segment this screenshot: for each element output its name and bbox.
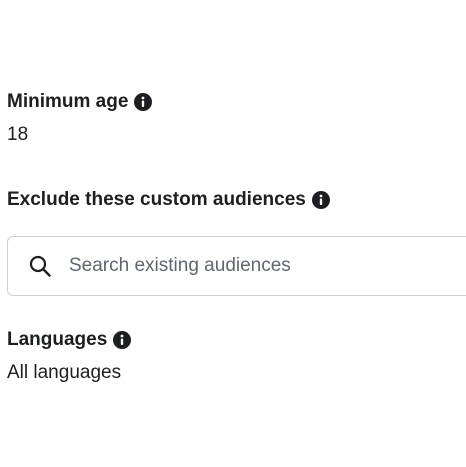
audience-search-box[interactable] <box>7 236 466 296</box>
languages-value: All languages <box>7 362 122 383</box>
languages-label: Languages <box>7 329 108 350</box>
minimum-age-section: Minimum age 18 <box>7 91 153 145</box>
minimum-age-value: 18 <box>7 124 29 145</box>
info-icon[interactable] <box>311 190 330 209</box>
minimum-age-label: Minimum age <box>7 91 129 112</box>
minimum-age-label-row: Minimum age <box>7 91 153 112</box>
exclude-audiences-label-row: Exclude these custom audiences <box>7 190 330 209</box>
languages-section: Languages All languages <box>7 329 132 383</box>
info-icon[interactable] <box>134 92 153 111</box>
exclude-audiences-label: Exclude these custom audiences <box>7 189 306 210</box>
languages-label-row: Languages <box>7 329 132 350</box>
search-icon <box>29 255 51 277</box>
audience-search-input[interactable] <box>69 255 449 277</box>
info-icon[interactable] <box>113 330 132 349</box>
exclude-audiences-section: Exclude these custom audiences <box>7 190 330 209</box>
